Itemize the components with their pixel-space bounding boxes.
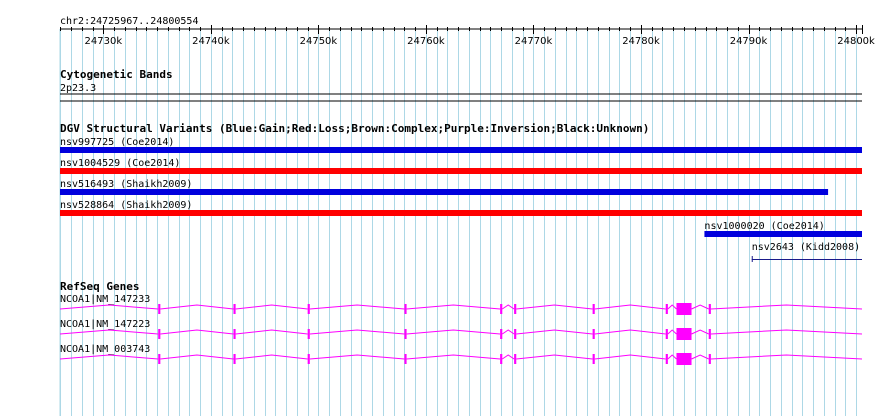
exon: [665, 304, 668, 314]
dgv-feature-label: nsv2643 (Kidd2008): [752, 242, 860, 253]
exon: [307, 304, 310, 314]
ruler-tick-label: 24790k: [730, 36, 768, 47]
exon: [404, 329, 407, 339]
exon: [514, 304, 517, 314]
ruler-tick-label: 24800k: [837, 36, 875, 47]
exon: [514, 329, 517, 339]
exon: [676, 328, 692, 340]
dgv-feature[interactable]: nsv1004529 (Coe2014): [60, 158, 862, 174]
dgv-feature[interactable]: nsv516493 (Shaikh2009): [60, 179, 829, 195]
dgv-feature-label: nsv1004529 (Coe2014): [60, 158, 180, 169]
exon: [592, 304, 595, 314]
refseq-transcript[interactable]: NCOA1|NM_147223: [59, 319, 863, 340]
refseq-transcript-label: NCOA1|NM_147233: [60, 294, 150, 305]
refseq-track-title: RefSeq Genes: [60, 280, 139, 293]
refseq-track[interactable]: RefSeq Genes NCOA1|NM_147233 NCOA1|NM_147…: [59, 280, 863, 365]
dgv-feature[interactable]: nsv1000020 (Coe2014): [704, 221, 862, 237]
dgv-feature-label: nsv997725 (Coe2014): [60, 137, 174, 148]
region-label: chr2:24725967..24800554: [60, 16, 198, 27]
dgv-feature[interactable]: nsv2643 (Kidd2008): [751, 242, 862, 262]
ruler-tick-label: 24740k: [192, 36, 230, 47]
exon: [592, 354, 595, 364]
exon: [514, 354, 517, 364]
dgv-track[interactable]: DGV Structural Variants (Blue:Gain;Red:L…: [60, 122, 862, 262]
exon: [307, 354, 310, 364]
genome-browser-canvas: chr2:24725967..24800554 24730k 24740k 2475…: [59, 16, 875, 416]
exon: [404, 304, 407, 314]
refseq-transcript-label: NCOA1|NM_003743: [60, 344, 150, 355]
ruler-tick-label: 24750k: [300, 36, 338, 47]
exon: [676, 303, 692, 315]
dgv-feature-label: nsv1000020 (Coe2014): [704, 221, 824, 232]
exon: [233, 304, 236, 314]
exon: [500, 304, 503, 314]
genome-browser-panel: chr2:24725967..24800554 24730k 24740k 2475…: [0, 0, 890, 416]
dgv-feature-bar: [60, 147, 862, 153]
dgv-feature-bar: [60, 210, 862, 216]
dgv-feature[interactable]: nsv997725 (Coe2014): [60, 137, 862, 153]
dgv-feature-bar: [704, 231, 862, 237]
ruler-tick-label: 24770k: [515, 36, 553, 47]
exon: [233, 329, 236, 339]
ruler-tick-label: 24780k: [622, 36, 660, 47]
dgv-feature[interactable]: nsv528864 (Shaikh2009): [60, 200, 862, 216]
dgv-feature-label: nsv516493 (Shaikh2009): [60, 179, 192, 190]
exon: [665, 354, 668, 364]
cytoband-track-title: Cytogenetic Bands: [60, 68, 173, 81]
dgv-track-title: DGV Structural Variants (Blue:Gain;Red:L…: [60, 122, 649, 135]
exon: [307, 329, 310, 339]
exon: [708, 329, 711, 339]
cytoband-track[interactable]: Cytogenetic Bands 2p23.3: [60, 68, 862, 102]
exon: [665, 329, 668, 339]
ruler: chr2:24725967..24800554 24730k 24740k 2475…: [60, 16, 875, 47]
refseq-transcript-label: NCOA1|NM_147223: [60, 319, 150, 330]
exon: [500, 329, 503, 339]
intron-line: [59, 304, 863, 310]
ruler-tick-label: 24730k: [85, 36, 123, 47]
intron-line: [59, 329, 863, 335]
exon: [158, 304, 161, 314]
exon: [404, 354, 407, 364]
exon: [592, 329, 595, 339]
exon: [158, 354, 161, 364]
refseq-transcript[interactable]: NCOA1|NM_147233: [59, 294, 863, 315]
exon: [708, 304, 711, 314]
exon: [233, 354, 236, 364]
exon: [158, 329, 161, 339]
refseq-transcript[interactable]: NCOA1|NM_003743: [59, 344, 863, 365]
ruler-tick-label: 24760k: [407, 36, 445, 47]
cytoband-label: 2p23.3: [60, 83, 96, 94]
dgv-feature-bar: [60, 168, 862, 174]
exon: [500, 354, 503, 364]
exon: [708, 354, 711, 364]
exon: [676, 353, 692, 365]
intron-line: [59, 354, 863, 360]
dgv-feature-bar: [60, 189, 829, 195]
dgv-feature-label: nsv528864 (Shaikh2009): [60, 200, 192, 211]
